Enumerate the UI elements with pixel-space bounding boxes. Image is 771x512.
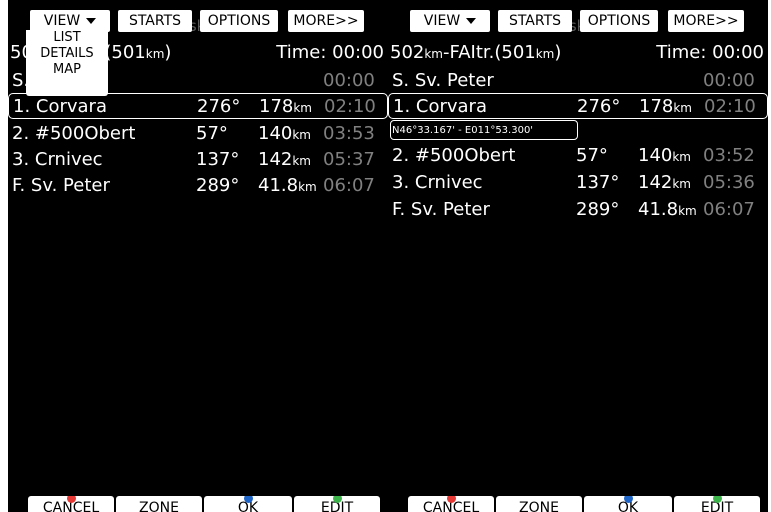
list-item-selected[interactable]: 1. Corvara 276° 178km 02:10 — [8, 93, 388, 119]
task-unit: km — [145, 47, 165, 61]
waypoint-bearing: 137° — [196, 149, 240, 170]
task-time: Time: 00:00 — [276, 42, 384, 63]
waypoint-distance: 41.8km — [258, 175, 317, 196]
chevron-down-icon — [466, 18, 477, 24]
waypoint-bearing: 276° — [197, 96, 241, 117]
task-close: ) — [164, 42, 172, 63]
waypoint-bearing: 57° — [196, 123, 228, 144]
device-screen-right: Task Edit VIEW STARTS OPTIONS MORE>> 502… — [388, 0, 768, 512]
view-button[interactable]: VIEW — [410, 10, 490, 32]
waypoint-name: F. Sv. Peter — [392, 199, 490, 220]
waypoint-coordinates: N46°33.167' - E011°53.300' — [392, 125, 534, 136]
bottom-toolbar: CANCEL ZONE OK EDIT — [388, 494, 768, 512]
waypoint-eta: 02:10 — [704, 96, 756, 117]
starts-button[interactable]: STARTS — [498, 10, 572, 32]
waypoint-distance: 140km — [638, 145, 691, 166]
waypoint-distance: 41.8km — [638, 199, 697, 220]
list-item[interactable]: 3. Crnivec 137° 142km 05:37 — [8, 147, 388, 173]
options-button[interactable]: OPTIONS — [200, 10, 278, 32]
waypoint-eta: 06:07 — [323, 175, 375, 196]
waypoint-bearing: 289° — [576, 199, 620, 220]
task-name: 502km-FAItr.(501km) — [390, 42, 562, 63]
waypoint-eta: 00:00 — [323, 70, 375, 91]
device-screen-left: Task Edit VIEW STARTS OPTIONS MORE>> 50r… — [8, 0, 388, 512]
waypoint-bearing: 137° — [576, 172, 620, 193]
list-item[interactable]: 2. #500Obert 57° 140km 03:53 — [8, 121, 388, 147]
view-dropdown-menu: LIST DETAILS MAP — [26, 30, 108, 96]
waypoint-eta: 02:10 — [324, 96, 376, 117]
starts-button[interactable]: STARTS — [118, 10, 192, 32]
edit-button[interactable]: EDIT — [674, 496, 760, 512]
cancel-button[interactable]: CANCEL — [28, 496, 114, 512]
more-button[interactable]: MORE>> — [288, 10, 364, 32]
menu-item-list[interactable]: LIST — [26, 30, 108, 46]
view-button[interactable]: VIEW — [30, 10, 110, 32]
list-item-selected[interactable]: 1. Corvara 276° 178km 02:10 — [388, 93, 768, 119]
top-toolbar: Task Edit VIEW STARTS OPTIONS MORE>> — [8, 0, 388, 35]
zone-button[interactable]: ZONE — [496, 496, 582, 512]
waypoint-bearing: 276° — [577, 96, 621, 117]
waypoint-distance: 142km — [258, 149, 311, 170]
waypoint-name: 3. Crnivec — [392, 172, 483, 193]
bottom-toolbar: CANCEL ZONE OK EDIT — [8, 494, 388, 512]
waypoint-name: 1. Corvara — [393, 96, 487, 117]
view-label: VIEW — [43, 13, 81, 29]
list-item[interactable]: 2. #500Obert 57° 140km 03:52 — [388, 143, 768, 169]
waypoint-name: 2. #500Obert — [392, 145, 516, 166]
menu-item-map[interactable]: MAP — [26, 62, 108, 78]
ok-button[interactable]: OK — [584, 496, 672, 512]
waypoint-name: 3. Crnivec — [12, 149, 103, 170]
waypoint-eta: 03:52 — [703, 145, 755, 166]
waypoint-bearing: 289° — [196, 175, 240, 196]
cancel-button[interactable]: CANCEL — [408, 496, 494, 512]
ok-button[interactable]: OK — [204, 496, 292, 512]
list-item[interactable]: 3. Crnivec 137° 142km 05:36 — [388, 170, 768, 196]
chevron-down-icon — [86, 18, 97, 24]
waypoint-eta: 05:37 — [323, 149, 375, 170]
waypoint-name: 2. #500Obert — [12, 123, 136, 144]
top-toolbar: Task Edit VIEW STARTS OPTIONS MORE>> — [388, 0, 768, 35]
waypoint-name: 1. Corvara — [13, 96, 107, 117]
waypoint-bearing: 57° — [576, 145, 608, 166]
edit-button[interactable]: EDIT — [294, 496, 380, 512]
zone-button[interactable]: ZONE — [116, 496, 202, 512]
waypoint-distance: 178km — [259, 96, 312, 117]
task-time: Time: 00:00 — [656, 42, 764, 63]
list-item[interactable]: F. Sv. Peter 289° 41.8km 06:07 — [8, 173, 388, 199]
waypoint-distance: 140km — [258, 123, 311, 144]
more-button[interactable]: MORE>> — [668, 10, 744, 32]
waypoint-distance: 142km — [638, 172, 691, 193]
list-item[interactable]: S. Sv. Peter 00:00 — [388, 68, 768, 94]
waypoint-eta: 05:36 — [703, 172, 755, 193]
waypoint-eta: 03:53 — [323, 123, 375, 144]
options-button[interactable]: OPTIONS — [580, 10, 658, 32]
waypoint-distance: 178km — [639, 96, 692, 117]
waypoint-name: S. Sv. Peter — [392, 70, 494, 91]
view-label: VIEW — [423, 13, 461, 29]
waypoint-name: F. Sv. Peter — [12, 175, 110, 196]
menu-item-details[interactable]: DETAILS — [26, 46, 108, 62]
list-item[interactable]: F. Sv. Peter 289° 41.8km 06:07 — [388, 197, 768, 223]
waypoint-eta: 00:00 — [703, 70, 755, 91]
waypoint-eta: 06:07 — [703, 199, 755, 220]
